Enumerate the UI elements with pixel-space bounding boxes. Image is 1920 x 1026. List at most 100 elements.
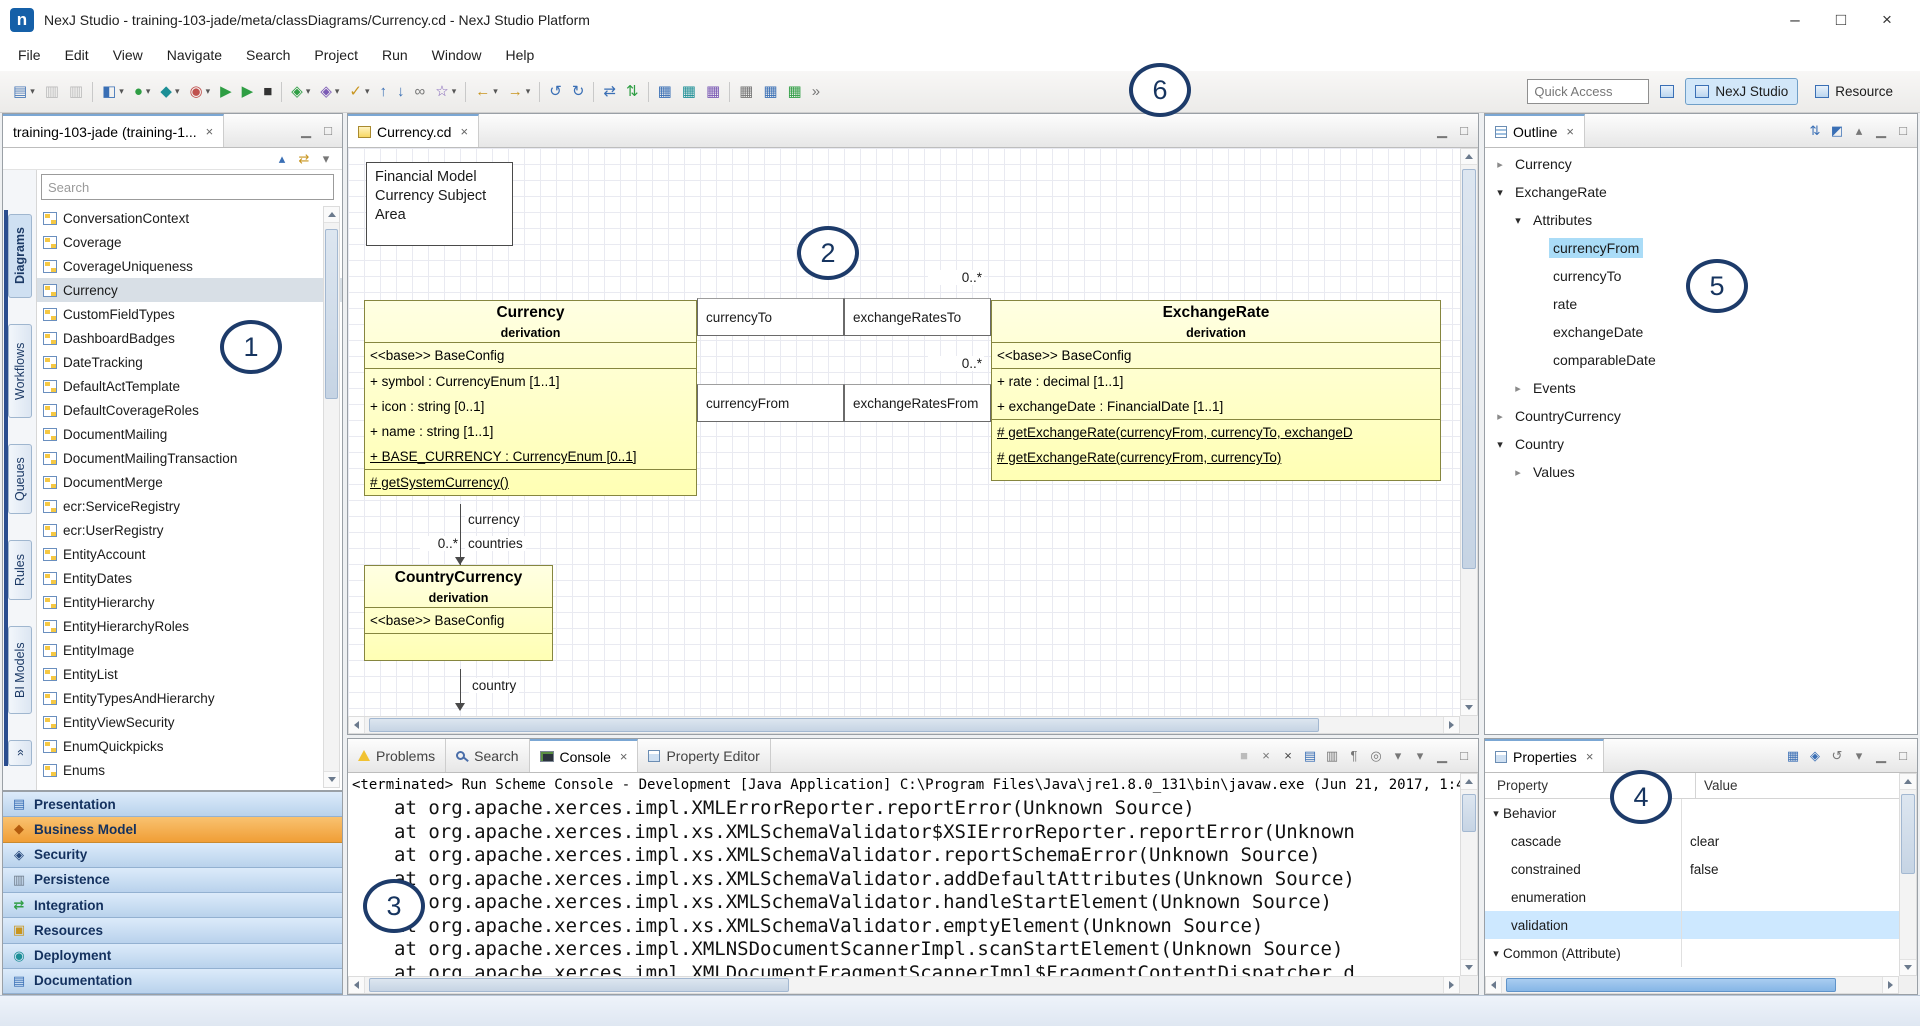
- properties-hscrollbar[interactable]: [1485, 976, 1899, 994]
- editor-hscrollbar[interactable]: [348, 716, 1460, 734]
- scroll-right-icon[interactable]: [1443, 977, 1459, 993]
- outline-item-currency-from[interactable]: currencyFrom: [1485, 234, 1917, 262]
- console-hscrollbar[interactable]: [348, 976, 1460, 994]
- list-item[interactable]: DateTracking: [37, 350, 342, 374]
- link-icon[interactable]: ∞ ▾: [410, 79, 431, 105]
- outline-item-exchange-date[interactable]: exchangeDate: [1485, 318, 1917, 346]
- property-value[interactable]: [1681, 911, 1899, 939]
- synchronize-icon[interactable]: ⇅ ▾: [621, 79, 644, 105]
- section-integration[interactable]: ⇄ Integration: [3, 893, 342, 918]
- view-menu-icon[interactable]: ▾: [316, 149, 336, 169]
- scroll-right-icon[interactable]: [1443, 717, 1459, 733]
- show-categories-icon[interactable]: ▦: [1783, 746, 1803, 766]
- model-library-icon[interactable]: ◧ ▾: [97, 79, 129, 105]
- redo-icon[interactable]: ↻ ▾: [567, 79, 590, 105]
- menu-edit[interactable]: Edit: [53, 40, 101, 70]
- collapse-all-icon[interactable]: ▴: [1849, 121, 1869, 141]
- open-perspective-icon[interactable]: [1657, 82, 1677, 102]
- scroll-left-icon[interactable]: [1486, 977, 1502, 993]
- scroll-up-icon[interactable]: [324, 207, 339, 223]
- layer-tab-rules[interactable]: Rules: [8, 540, 32, 600]
- class-attribute[interactable]: + rate : decimal [1..1]: [992, 369, 1440, 394]
- list-item[interactable]: Coverage: [37, 230, 342, 254]
- list-item[interactable]: Enums: [37, 758, 342, 782]
- list-item[interactable]: CoverageUniqueness: [37, 254, 342, 278]
- scrollbar-thumb[interactable]: [325, 229, 338, 399]
- association-role-exchangeRatesTo[interactable]: exchangeRatesTo: [844, 298, 991, 336]
- expanded-icon[interactable]: ▾: [1489, 947, 1503, 960]
- minimize-view-icon[interactable]: ▁: [1432, 121, 1452, 141]
- list-item[interactable]: Currency: [37, 278, 342, 302]
- list-item[interactable]: ConversationContext: [37, 206, 342, 230]
- new-wizard-icon[interactable]: ▤ ▾: [8, 79, 40, 105]
- section-presentation[interactable]: ▤ Presentation: [3, 792, 342, 817]
- list-item[interactable]: ecr:UserRegistry: [37, 518, 342, 542]
- view-menu-icon[interactable]: ▾: [1849, 746, 1869, 766]
- outline-item-attributes[interactable]: ▾Attributes: [1485, 206, 1917, 234]
- toolbar-overflow-icon[interactable]: » ▾: [807, 79, 825, 105]
- scrollbar-thumb[interactable]: [369, 718, 1319, 732]
- outline-item-country-currency[interactable]: ▸CountryCurrency: [1485, 402, 1917, 430]
- terminate-icon[interactable]: ■ ▾: [258, 79, 277, 105]
- open-console-icon[interactable]: ▾: [1410, 746, 1430, 766]
- quick-access-input[interactable]: [1527, 79, 1649, 104]
- list-item[interactable]: EntityViewSecurity: [37, 710, 342, 734]
- menu-help[interactable]: Help: [493, 40, 546, 70]
- tab-model-explorer[interactable]: training-103-jade (training-1... ×: [3, 114, 224, 147]
- property-row-enumeration[interactable]: enumeration: [1485, 883, 1899, 911]
- scroll-down-icon[interactable]: [1461, 959, 1477, 975]
- separator[interactable]: ▾: [465, 82, 466, 102]
- section-persistence[interactable]: ▥ Persistence: [3, 868, 342, 893]
- tab-search[interactable]: Search: [446, 739, 529, 772]
- collapsed-icon[interactable]: ▸: [1511, 466, 1525, 479]
- class-attribute[interactable]: + icon : string [0..1]: [365, 394, 696, 419]
- back-icon[interactable]: ← ▾: [470, 79, 503, 105]
- new-class-icon[interactable]: ▦ ▾: [653, 79, 677, 105]
- scrollbar-thumb[interactable]: [369, 978, 789, 992]
- perspective-nexj-studio[interactable]: NexJ Studio: [1685, 78, 1798, 105]
- display-console-icon[interactable]: ▾: [1388, 746, 1408, 766]
- perspective-resource[interactable]: Resource: [1806, 78, 1902, 105]
- scrollbar-thumb[interactable]: [1506, 978, 1836, 992]
- remove-all-launches-icon[interactable]: ×: [1278, 746, 1298, 766]
- close-icon[interactable]: ×: [460, 124, 468, 139]
- expanded-icon[interactable]: ▾: [1489, 807, 1503, 820]
- properties-vscrollbar[interactable]: [1899, 773, 1917, 976]
- list-item[interactable]: EntityHierarchy: [37, 590, 342, 614]
- tab-properties[interactable]: Properties ×: [1485, 739, 1604, 772]
- property-row-validation[interactable]: validation: [1485, 911, 1899, 939]
- clear-console-icon[interactable]: ▤: [1300, 746, 1320, 766]
- maximize-view-icon[interactable]: □: [1454, 746, 1474, 766]
- scroll-up-icon[interactable]: [1461, 149, 1477, 165]
- list-item[interactable]: DocumentMailingTransaction: [37, 446, 342, 470]
- menu-run[interactable]: Run: [370, 40, 420, 70]
- association-line[interactable]: [460, 504, 461, 565]
- metadata-icon[interactable]: ◆ ▾: [155, 79, 184, 105]
- class-operation[interactable]: # getSystemCurrency(): [365, 470, 696, 495]
- tab-console[interactable]: Console ×: [530, 739, 639, 772]
- separator[interactable]: ▾: [281, 82, 282, 102]
- run-scheme-console-icon[interactable]: ▶ ▾: [237, 79, 259, 105]
- grid-icon[interactable]: ▦ ▾: [758, 79, 782, 105]
- validate-icon[interactable]: ✓ ▾: [344, 79, 374, 105]
- forward-icon[interactable]: → ▾: [503, 79, 536, 105]
- association-role-currencyTo[interactable]: currencyTo: [697, 298, 844, 336]
- minimize-view-icon[interactable]: ▁: [296, 121, 316, 141]
- scroll-left-icon[interactable]: [349, 977, 365, 993]
- list-item[interactable]: EntityAccount: [37, 542, 342, 566]
- run-icon[interactable]: ▶ ▾: [215, 79, 237, 105]
- editor-vscrollbar[interactable]: [1460, 148, 1478, 716]
- diagram-note[interactable]: Financial Model Currency Subject Area: [366, 162, 513, 246]
- outline-item-comparable-date[interactable]: comparableDate: [1485, 346, 1917, 374]
- window-maximize-icon[interactable]: □: [1818, 4, 1864, 36]
- separator[interactable]: ▾: [729, 82, 730, 102]
- menu-navigate[interactable]: Navigate: [155, 40, 234, 70]
- outline-item-values[interactable]: ▸Values: [1485, 458, 1917, 486]
- tab-currency-cd[interactable]: Currency.cd ×: [348, 114, 479, 147]
- property-value[interactable]: [1681, 883, 1899, 911]
- uml-class-country-currency[interactable]: CountryCurrency derivation <<base>> Base…: [364, 565, 553, 661]
- data-source-icon[interactable]: ● ▾: [129, 79, 156, 105]
- new-diagram-icon[interactable]: ▦ ▾: [677, 79, 701, 105]
- list-item[interactable]: EnumQuickpicks: [37, 734, 342, 758]
- close-icon[interactable]: ×: [620, 749, 628, 764]
